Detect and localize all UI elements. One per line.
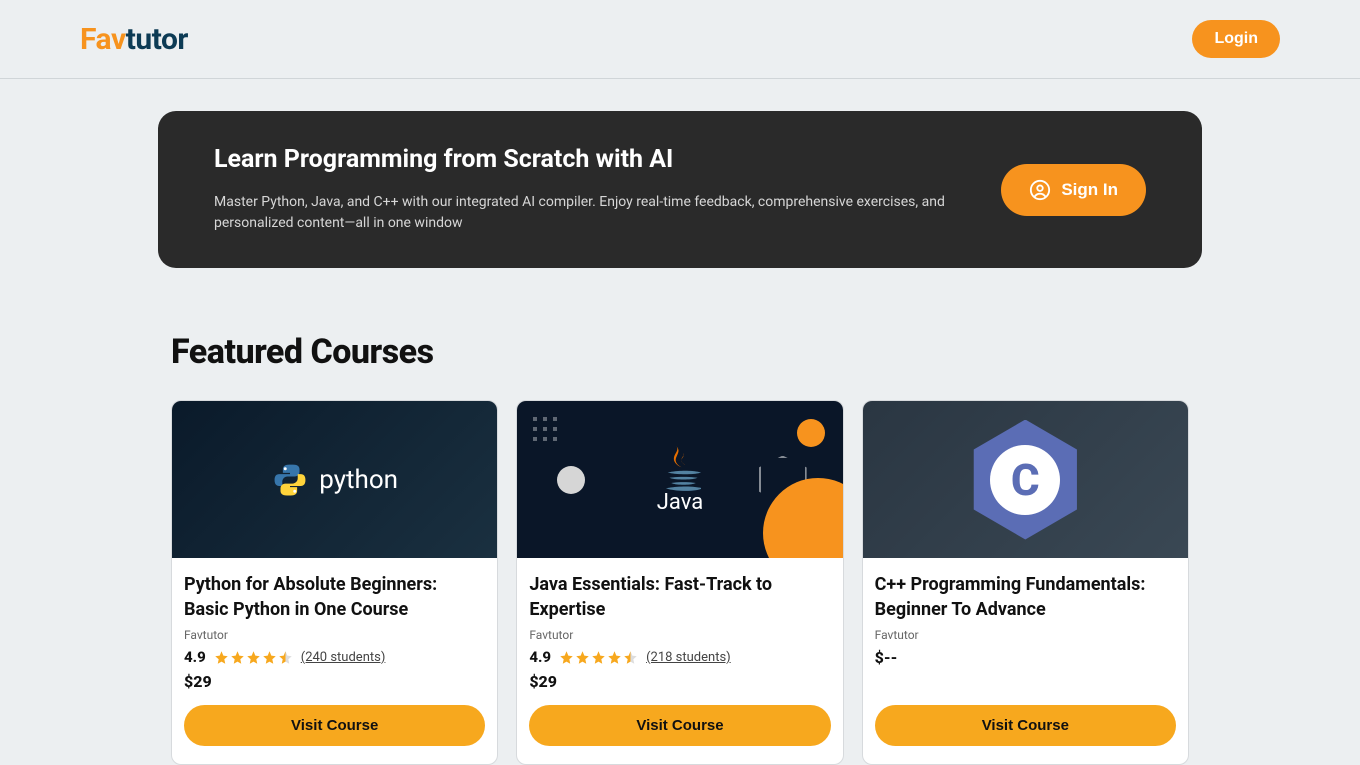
hero-banner: Learn Programming from Scratch with AI M… [158,111,1202,268]
star-icon [575,650,590,665]
course-title-sub: Basic Python in One Course [184,599,408,620]
star-icon [262,650,277,665]
hero-title: Learn Programming from Scratch with AI [214,145,961,174]
star-icons [214,650,293,665]
logo-part-tutor: tutor [126,22,188,57]
hero-text: Learn Programming from Scratch with AI M… [214,145,961,234]
course-cards: python Python for Absolute Beginners: Ba… [171,400,1189,765]
course-provider: Favtutor [529,628,830,642]
course-title-sub: Beginner To Advance [875,599,1046,620]
visit-course-button[interactable]: Visit Course [529,705,830,746]
logo[interactable]: Favtutor [80,22,188,57]
star-half-icon [623,650,638,665]
header: Favtutor Login [0,0,1360,79]
star-icon [214,650,229,665]
signin-button[interactable]: Sign In [1001,164,1146,216]
students-count: (240 students) [301,650,386,665]
course-price: $29 [184,672,485,691]
decorative-hexagon [759,456,807,504]
course-provider: Favtutor [184,628,485,642]
course-card: python Python for Absolute Beginners: Ba… [171,400,498,765]
login-button[interactable]: Login [1192,20,1280,58]
star-icon [591,650,606,665]
visit-course-button[interactable]: Visit Course [875,705,1176,746]
course-title-bold: Python for Absolute Beginners: [184,574,437,595]
python-logo: python [271,461,398,499]
course-title-bold: C++ Programming Fundamentals: [875,574,1146,595]
course-image-java: Java [517,401,842,558]
star-half-icon [278,650,293,665]
python-icon [271,461,309,499]
star-icon [607,650,622,665]
decorative-circle [557,466,585,494]
rating-row: 4.9 (240 students) [184,648,485,666]
course-card: Java Java Essentials: Fast-Track to Expe… [516,400,843,765]
decorative-dots [533,417,557,441]
logo-part-fa: Fa [80,22,111,57]
star-icons [559,650,638,665]
course-image-cpp: C [863,401,1188,558]
main-container: Featured Courses python Python for Absol… [75,332,1285,765]
rating-row: 4.9 (218 students) [529,648,830,666]
visit-course-button[interactable]: Visit Course [184,705,485,746]
course-price: $-- [875,648,1176,667]
java-cup-icon [659,444,701,494]
signin-label: Sign In [1061,180,1118,200]
course-price: $29 [529,672,830,691]
rating-value: 4.9 [184,648,206,666]
logo-part-v: v [111,22,126,57]
course-card: C C++ Programming Fundamentals: Beginner… [862,400,1189,765]
java-text: Java [657,490,703,515]
star-icon [246,650,261,665]
course-title: Python for Absolute Beginners: Basic Pyt… [184,572,485,622]
course-image-python: python [172,401,497,558]
star-icon [230,650,245,665]
course-title-bold: Java Essentials: [529,574,660,595]
star-icon [559,650,574,665]
hero-description: Master Python, Java, and C++ with our in… [214,192,961,234]
c-letter: C [990,445,1060,515]
c-hexagon: C [965,420,1085,540]
students-count: (218 students) [646,650,731,665]
rating-value: 4.9 [529,648,551,666]
user-circle-icon [1029,179,1051,201]
python-text: python [319,465,398,495]
course-title: C++ Programming Fundamentals: Beginner T… [875,572,1176,622]
java-logo: Java [657,444,703,515]
course-provider: Favtutor [875,628,1176,642]
section-title: Featured Courses [171,332,1189,372]
course-title: Java Essentials: Fast-Track to Expertise [529,572,830,622]
